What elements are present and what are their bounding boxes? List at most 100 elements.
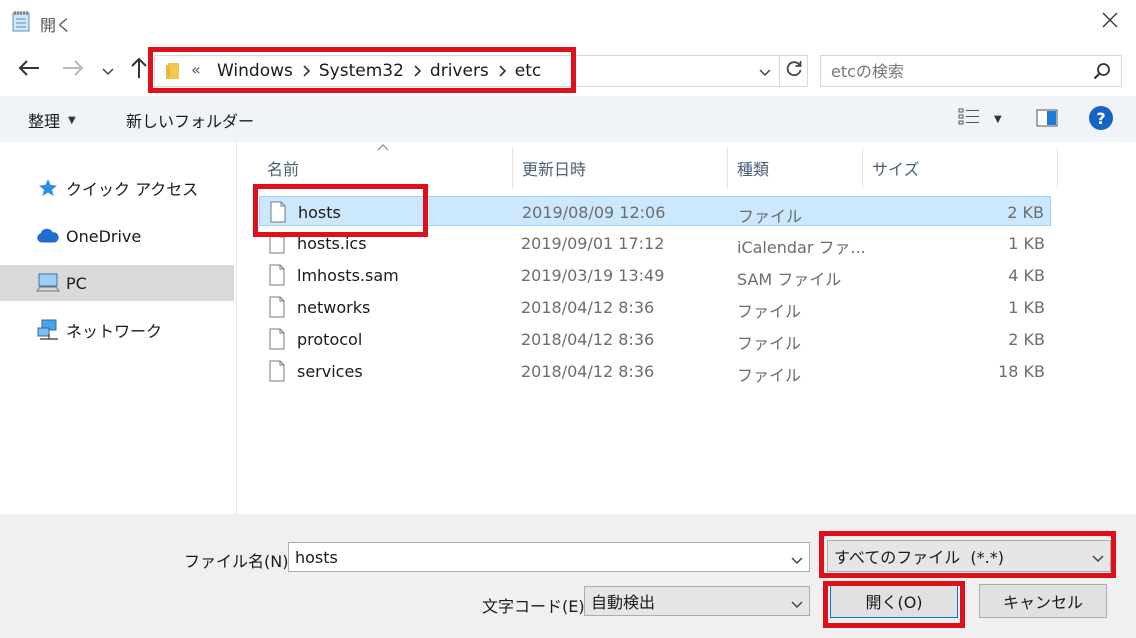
file-icon	[269, 296, 285, 322]
file-name: networks	[297, 298, 371, 317]
column-header-name[interactable]: 名前	[257, 148, 512, 188]
file-name: lmhosts.sam	[297, 266, 399, 285]
nav-item-network[interactable]: ネットワーク	[0, 312, 234, 348]
breadcrumb-separator-icon[interactable]	[406, 65, 428, 77]
arrow-up-icon	[131, 57, 147, 83]
chevron-down-icon	[759, 62, 771, 81]
file-date: 2018/04/12 8:36	[521, 330, 655, 349]
nav-item-quick-access[interactable]: クイック アクセス	[0, 170, 234, 206]
cancel-button[interactable]: キャンセル	[979, 584, 1107, 618]
file-name: services	[297, 362, 363, 381]
file-row-services[interactable]: services 2018/04/12 8:36 ファイル 18 KB	[259, 356, 1051, 386]
search-box	[820, 55, 1122, 87]
file-icon	[270, 201, 286, 227]
organize-menu-button[interactable]: 整理 ▼	[28, 108, 76, 132]
search-icon[interactable]	[1093, 62, 1111, 84]
breadcrumb-item-drivers[interactable]: drivers	[428, 61, 491, 81]
file-type: ファイル	[738, 207, 803, 226]
encoding-label: 文字コード(E):	[482, 597, 590, 616]
preview-pane-button[interactable]	[1036, 109, 1058, 131]
close-button[interactable]	[1092, 6, 1128, 38]
chevron-down-icon[interactable]	[791, 550, 803, 569]
notepad-icon	[12, 10, 30, 32]
network-icon	[36, 319, 60, 341]
back-button[interactable]	[16, 57, 42, 83]
file-type: iCalendar ファ...	[737, 238, 866, 257]
file-name: protocol	[297, 330, 363, 349]
cloud-icon	[36, 228, 60, 244]
file-size: 4 KB	[1008, 266, 1045, 285]
breadcrumb-item-windows[interactable]: Windows	[215, 61, 295, 81]
file-size: 1 KB	[1008, 298, 1045, 317]
file-row-networks[interactable]: networks 2018/04/12 8:36 ファイル 1 KB	[259, 292, 1051, 322]
nav-item-pc[interactable]: PC	[0, 265, 234, 301]
nav-item-label: ネットワーク	[66, 322, 163, 341]
column-header-size[interactable]: サイズ	[862, 148, 1057, 188]
breadcrumb: Windows System32 drivers etc	[215, 61, 543, 81]
computer-icon	[36, 273, 60, 293]
open-button[interactable]: 開く(O)	[830, 584, 958, 618]
filetype-select[interactable]: すべてのファイル (*.*)	[827, 540, 1111, 572]
breadcrumb-item-system32[interactable]: System32	[317, 61, 406, 81]
recent-locations-button[interactable]	[96, 57, 120, 83]
filename-input[interactable]: hosts	[295, 548, 338, 567]
encoding-select[interactable]: 自動検出	[584, 586, 810, 616]
forward-button[interactable]	[60, 57, 86, 83]
file-size: 2 KB	[1007, 203, 1044, 222]
column-header-date[interactable]: 更新日時	[512, 148, 727, 188]
help-button[interactable]: ?	[1089, 106, 1113, 130]
preview-pane-icon	[1036, 109, 1058, 131]
change-view-button[interactable]: ▼	[958, 108, 1002, 130]
file-type: ファイル	[737, 302, 802, 321]
up-button[interactable]	[126, 57, 152, 83]
file-date: 2019/09/01 17:12	[521, 234, 665, 253]
filename-combobox[interactable]: hosts	[288, 542, 810, 572]
filetype-value: すべてのファイル (*.*)	[834, 548, 1004, 567]
nav-item-label: クイック アクセス	[66, 180, 199, 199]
filename-label: ファイル名(N):	[184, 552, 294, 571]
file-type: ファイル	[737, 366, 802, 385]
refresh-icon	[785, 60, 803, 82]
breadcrumb-item-etc[interactable]: etc	[513, 61, 543, 81]
folder-icon	[165, 62, 181, 84]
file-size: 1 KB	[1008, 234, 1045, 253]
nav-item-label: OneDrive	[66, 226, 142, 246]
breadcrumb-separator-icon[interactable]	[491, 65, 513, 77]
new-folder-label: 新しいフォルダー	[126, 112, 255, 131]
file-row-hosts[interactable]: hosts 2019/08/09 12:06 ファイル 2 KB	[259, 196, 1051, 226]
nav-item-label: PC	[66, 273, 87, 293]
dialog-footer: ファイル名(N): hosts すべてのファイル (*.*) 文字コード(E):…	[0, 514, 1136, 638]
overflow-chevron[interactable]: «	[191, 60, 201, 79]
new-folder-button[interactable]: 新しいフォルダー	[126, 108, 254, 132]
file-row-protocol[interactable]: protocol 2018/04/12 8:36 ファイル 2 KB	[259, 324, 1051, 354]
search-input[interactable]	[831, 61, 1081, 81]
file-row-lmhosts-sam[interactable]: lmhosts.sam 2019/03/19 13:49 SAM ファイル 4 …	[259, 260, 1051, 290]
window-title: 開く	[40, 16, 73, 35]
chevron-down-icon	[102, 61, 114, 80]
file-date: 2019/08/09 12:06	[522, 203, 666, 222]
close-icon	[1102, 12, 1118, 32]
address-bar[interactable]: « Windows System32 drivers etc	[154, 55, 808, 87]
file-type: SAM ファイル	[737, 270, 842, 289]
column-divider[interactable]	[1057, 148, 1058, 188]
breadcrumb-separator-icon[interactable]	[295, 65, 317, 77]
file-icon	[269, 328, 285, 354]
organize-label: 整理	[28, 112, 61, 131]
file-row-hosts-ics[interactable]: hosts.ics 2019/09/01 17:12 iCalendar ファ.…	[259, 228, 1051, 258]
file-date: 2019/03/19 13:49	[521, 266, 665, 285]
arrow-right-icon	[62, 60, 84, 80]
file-date: 2018/04/12 8:36	[521, 298, 655, 317]
file-icon	[269, 232, 285, 258]
column-header-type[interactable]: 種類	[727, 148, 862, 188]
command-bar: 整理 ▼ 新しいフォルダー ▼ ?	[0, 96, 1136, 142]
details-view-icon	[958, 108, 980, 130]
star-icon	[36, 178, 60, 198]
file-size: 18 KB	[998, 362, 1045, 381]
address-dropdown-button[interactable]	[753, 56, 777, 86]
nav-item-onedrive[interactable]: OneDrive	[0, 218, 234, 254]
file-size: 2 KB	[1008, 330, 1045, 349]
file-name: hosts	[298, 203, 341, 222]
refresh-button[interactable]	[779, 56, 807, 86]
chevron-down-icon	[1092, 548, 1104, 567]
file-icon	[269, 360, 285, 386]
